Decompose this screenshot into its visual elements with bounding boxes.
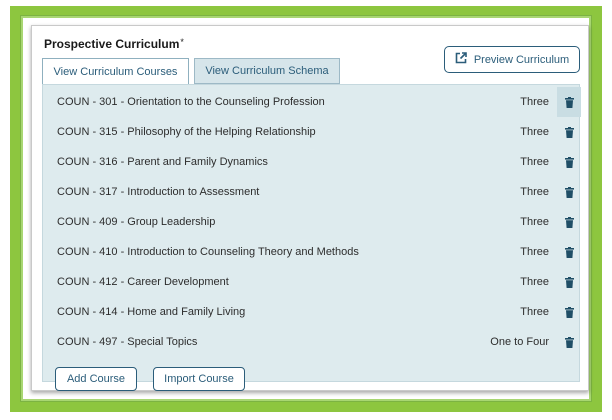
section-title: Prospective Curriculum*: [44, 37, 184, 51]
course-row: COUN - 412 - Career Development Three: [43, 267, 581, 297]
trash-icon[interactable]: [557, 327, 581, 357]
trash-icon[interactable]: [557, 87, 581, 117]
trash-icon[interactable]: [557, 207, 581, 237]
course-row: COUN - 315 - Philosophy of the Helping R…: [43, 117, 581, 147]
course-credits: One to Four: [490, 336, 549, 348]
trash-icon[interactable]: [557, 237, 581, 267]
course-name: COUN - 410 - Introduction to Counseling …: [57, 246, 359, 258]
course-list-panel: COUN - 301 - Orientation to the Counseli…: [42, 84, 581, 391]
trash-icon[interactable]: [557, 297, 581, 327]
import-course-button[interactable]: Import Course: [153, 367, 245, 391]
preview-curriculum-button[interactable]: Preview Curriculum: [444, 46, 580, 73]
trash-icon[interactable]: [557, 117, 581, 147]
course-name: COUN - 412 - Career Development: [57, 276, 229, 288]
course-credits: Three: [520, 186, 549, 198]
course-name: COUN - 315 - Philosophy of the Helping R…: [57, 126, 316, 138]
course-row: COUN - 409 - Group Leadership Three: [43, 207, 581, 237]
course-name: COUN - 414 - Home and Family Living: [57, 306, 246, 318]
external-link-icon: [455, 52, 467, 67]
course-credits: Three: [520, 156, 549, 168]
tab-view-curriculum-schema[interactable]: View Curriculum Schema: [194, 58, 340, 84]
course-credits: Three: [520, 276, 549, 288]
course-row: COUN - 497 - Special Topics One to Four: [43, 327, 581, 357]
course-credits: Three: [520, 306, 549, 318]
course-credits: Three: [520, 246, 549, 258]
preview-curriculum-label: Preview Curriculum: [473, 53, 570, 66]
highlight-inner-frame: Prospective Curriculum* View Curriculum …: [20, 15, 592, 402]
course-row: COUN - 316 - Parent and Family Dynamics T…: [43, 147, 581, 177]
course-row: COUN - 301 - Orientation to the Counseli…: [43, 87, 581, 117]
trash-icon[interactable]: [557, 177, 581, 207]
curriculum-card: Prospective Curriculum* View Curriculum …: [31, 25, 589, 391]
tab-view-curriculum-courses[interactable]: View Curriculum Courses: [42, 58, 189, 84]
course-name: COUN - 497 - Special Topics: [57, 336, 198, 348]
course-credits: Three: [520, 126, 549, 138]
trash-icon[interactable]: [557, 267, 581, 297]
trash-icon[interactable]: [557, 147, 581, 177]
course-name: COUN - 409 - Group Leadership: [57, 216, 216, 228]
highlight-frame: Prospective Curriculum* View Curriculum …: [10, 6, 602, 412]
course-row: COUN - 414 - Home and Family Living Three: [43, 297, 581, 327]
course-name: COUN - 316 - Parent and Family Dynamics: [57, 156, 268, 168]
section-title-text: Prospective Curriculum: [44, 37, 180, 51]
required-marker: *: [180, 37, 184, 47]
course-name: COUN - 301 - Orientation to the Counseli…: [57, 96, 325, 108]
course-row: COUN - 410 - Introduction to Counseling …: [43, 237, 581, 267]
add-course-button[interactable]: Add Course: [55, 367, 137, 391]
course-row: COUN - 317 - Introduction to Assessment T…: [43, 177, 581, 207]
course-credits: Three: [520, 96, 549, 108]
course-credits: Three: [520, 216, 549, 228]
course-name: COUN - 317 - Introduction to Assessment: [57, 186, 260, 198]
